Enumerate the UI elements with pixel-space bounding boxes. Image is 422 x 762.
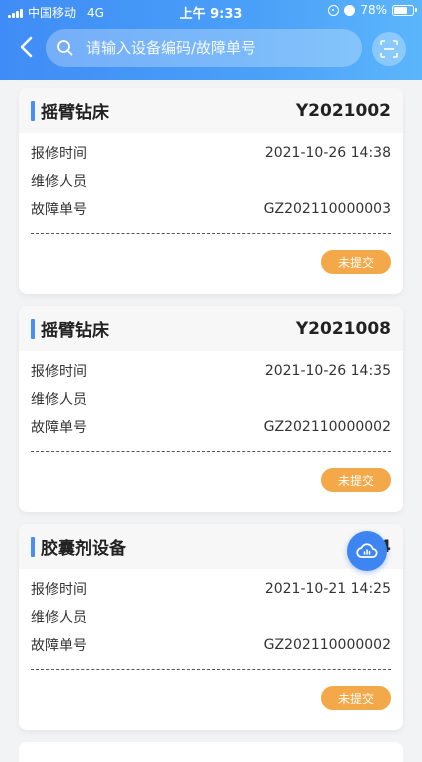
accent-bar: [31, 318, 35, 339]
status-badge: 未提交: [321, 250, 391, 274]
status-right: 78%: [328, 3, 417, 17]
status-badge: 未提交: [321, 686, 391, 710]
cloud-upload-icon: [356, 543, 378, 558]
accent-bar: [31, 536, 35, 557]
search-input[interactable]: [86, 33, 346, 63]
repair-staff-row: 维修人员: [31, 167, 391, 195]
fault-no-value: GZ202110000003: [263, 201, 391, 217]
repair-staff-row: 维修人员: [31, 385, 391, 413]
repair-time-value: 2021-10-26 14:38: [264, 145, 391, 161]
chevron-left-icon: [20, 36, 33, 58]
scan-button[interactable]: [372, 32, 406, 66]
status-bar: 中国移动 4G 上午 9:33 78%: [0, 0, 422, 24]
search-bar[interactable]: [46, 29, 362, 67]
card-title: 摇臂钻床: [31, 316, 109, 341]
device-name: 摇臂钻床: [41, 103, 109, 123]
record-card-partial[interactable]: [19, 742, 403, 762]
battery-fill: [394, 6, 408, 14]
repair-time-value: 2021-10-26 14:35: [264, 363, 391, 379]
fault-no-label: 故障单号: [31, 202, 87, 218]
card-header: 胶囊剂设备 4: [19, 524, 403, 569]
fault-no-row: 故障单号 GZ202110000002: [31, 413, 391, 441]
search-icon: [57, 40, 73, 56]
status-badge: 未提交: [321, 468, 391, 492]
back-button[interactable]: [14, 33, 42, 61]
accent-bar: [31, 100, 35, 121]
cloud-upload-button[interactable]: [347, 531, 387, 571]
repair-staff-label: 维修人员: [31, 174, 87, 190]
scan-icon: [380, 40, 398, 58]
repair-time-row: 报修时间 2021-10-21 14:25: [31, 575, 391, 603]
card-header: 摇臂钻床 Y2021002: [19, 88, 403, 133]
repair-staff-label: 维修人员: [31, 610, 87, 626]
record-card[interactable]: 胶囊剂设备 4 报修时间 2021-10-21 14:25 维修人员 故障单号 GZ…: [19, 524, 403, 730]
repair-staff-label: 维修人员: [31, 392, 87, 408]
record-card[interactable]: 摇臂钻床 Y2021008 报修时间 2021-10-26 14:35 维修人员 …: [19, 306, 403, 512]
device-code: Y2021008: [295, 318, 391, 339]
device-name: 摇臂钻床: [41, 321, 109, 341]
repair-time-label: 报修时间: [31, 146, 87, 162]
device-code: Y2021002: [295, 100, 391, 121]
card-title: 胶囊剂设备: [31, 534, 126, 559]
repair-time-label: 报修时间: [31, 364, 87, 380]
repair-time-value: 2021-10-21 14:25: [264, 581, 391, 597]
alarm-icon: [344, 4, 356, 16]
repair-time-row: 报修时间 2021-10-26 14:35: [31, 357, 391, 385]
battery-percent: 78%: [360, 3, 387, 17]
top-header: 中国移动 4G 上午 9:33 78%: [0, 0, 422, 80]
repair-staff-row: 维修人员: [31, 603, 391, 631]
fault-no-row: 故障单号 GZ202110000003: [31, 195, 391, 223]
orientation-lock-icon: [328, 4, 340, 16]
card-header: 摇臂钻床 Y2021008: [19, 306, 403, 351]
fault-no-value: GZ202110000002: [263, 637, 391, 653]
record-card[interactable]: 摇臂钻床 Y2021002 报修时间 2021-10-26 14:38 维修人员 …: [19, 88, 403, 294]
fault-no-label: 故障单号: [31, 638, 87, 654]
repair-time-label: 报修时间: [31, 582, 87, 598]
repair-time-row: 报修时间 2021-10-26 14:38: [31, 139, 391, 167]
fault-no-value: GZ202110000002: [263, 419, 391, 435]
device-name: 胶囊剂设备: [41, 539, 126, 559]
fault-no-row: 故障单号 GZ202110000002: [31, 631, 391, 659]
fault-no-label: 故障单号: [31, 420, 87, 436]
card-title: 摇臂钻床: [31, 98, 109, 123]
battery-icon: [392, 4, 417, 16]
